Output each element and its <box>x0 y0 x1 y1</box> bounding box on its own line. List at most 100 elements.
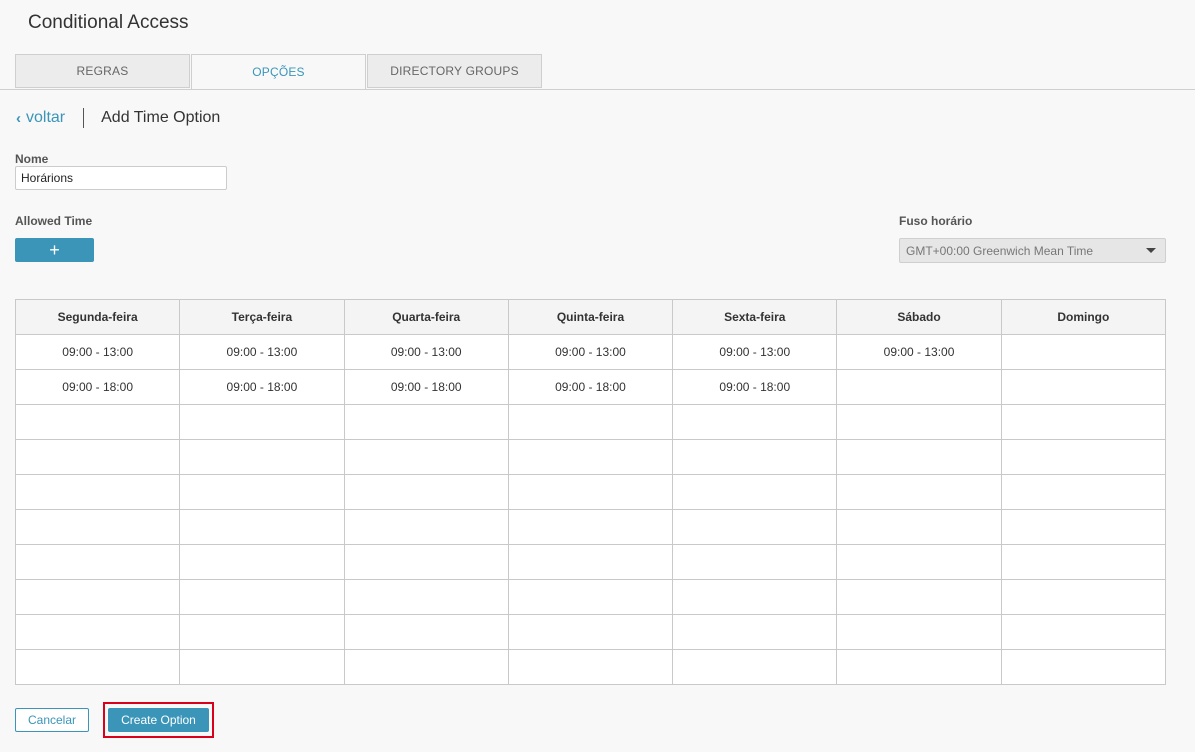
table-row <box>14 439 1167 475</box>
create-option-button[interactable]: Create Option <box>108 708 209 732</box>
time-slot-cell[interactable] <box>507 614 674 650</box>
time-slot-cell[interactable] <box>179 404 345 440</box>
time-slot-cell[interactable] <box>14 439 181 475</box>
back-link-label: voltar <box>26 109 66 126</box>
table-row <box>14 509 1167 545</box>
time-slot-cell[interactable] <box>1000 614 1167 650</box>
time-slot-cell[interactable] <box>1000 439 1167 475</box>
time-slot-cell[interactable] <box>507 439 674 475</box>
breadcrumb-separator <box>83 108 85 128</box>
time-slot-cell[interactable]: 09:00 - 13:00 <box>179 334 345 370</box>
table-row: 09:00 - 18:00 09:00 - 18:00 09:00 - 18:00 0… <box>14 369 1167 405</box>
table-row <box>14 649 1167 685</box>
header-tuesday: Terça-feira <box>179 299 345 335</box>
time-slot-cell[interactable]: 09:00 - 13:00 <box>507 334 674 370</box>
time-slot-cell[interactable] <box>1000 544 1167 580</box>
time-slot-cell[interactable] <box>343 439 509 475</box>
time-slot-cell[interactable]: 09:00 - 13:00 <box>14 334 181 370</box>
time-slot-cell[interactable] <box>179 649 345 685</box>
breadcrumb: ‹ voltar Add Time Option <box>16 108 220 128</box>
time-slot-cell[interactable] <box>14 649 181 685</box>
time-slot-cell[interactable] <box>179 509 345 545</box>
time-slot-cell[interactable]: 09:00 - 13:00 <box>343 334 509 370</box>
time-slot-cell[interactable] <box>1000 474 1167 510</box>
tab-bar: REGRAS OPÇÕES DIRECTORY GROUPS <box>15 54 543 90</box>
caret-down-icon <box>1146 248 1156 253</box>
time-slot-cell[interactable] <box>1000 509 1167 545</box>
tab-directory-groups[interactable]: DIRECTORY GROUPS <box>367 54 542 88</box>
time-slot-cell[interactable] <box>507 649 674 685</box>
time-slot-cell[interactable] <box>1000 404 1167 440</box>
time-slot-cell[interactable]: 09:00 - 18:00 <box>14 369 181 405</box>
time-slot-cell[interactable] <box>836 509 1002 545</box>
back-link[interactable]: ‹ voltar <box>16 109 65 127</box>
time-slot-cell[interactable]: 09:00 - 18:00 <box>343 369 509 405</box>
time-slot-cell[interactable] <box>507 509 674 545</box>
tab-opcoes[interactable]: OPÇÕES <box>191 54 366 90</box>
cancel-button[interactable]: Cancelar <box>15 708 89 732</box>
page-title: Add Time Option <box>101 109 221 126</box>
timezone-select[interactable]: GMT+00:00 Greenwich Mean Time <box>899 238 1166 263</box>
time-slot-cell[interactable] <box>836 439 1002 475</box>
time-slot-cell[interactable] <box>343 509 509 545</box>
chevron-left-icon: ‹ <box>16 109 21 127</box>
time-slot-cell[interactable]: 09:00 - 13:00 <box>672 334 838 370</box>
header-sunday: Domingo <box>1000 299 1167 335</box>
tab-regras[interactable]: REGRAS <box>15 54 190 88</box>
time-slot-cell[interactable] <box>507 404 674 440</box>
time-slot-cell[interactable]: 09:00 - 18:00 <box>507 369 674 405</box>
time-slot-cell[interactable] <box>343 614 509 650</box>
time-slot-cell[interactable] <box>507 544 674 580</box>
time-slot-cell[interactable] <box>14 404 181 440</box>
time-slot-cell[interactable] <box>672 614 838 650</box>
highlight-box: Create Option <box>103 702 214 738</box>
time-slot-cell[interactable] <box>836 404 1002 440</box>
time-slot-cell[interactable] <box>179 579 345 615</box>
time-slot-cell[interactable] <box>14 474 181 510</box>
time-slot-cell[interactable] <box>179 439 345 475</box>
tabs-divider <box>0 89 1195 90</box>
time-slot-cell[interactable] <box>1000 649 1167 685</box>
time-slot-cell[interactable] <box>1000 579 1167 615</box>
header-friday: Sexta-feira <box>672 299 838 335</box>
time-slot-cell[interactable] <box>1000 369 1167 405</box>
time-slot-cell[interactable] <box>507 579 674 615</box>
time-slot-cell[interactable] <box>836 474 1002 510</box>
time-slot-cell[interactable] <box>672 544 838 580</box>
time-slot-cell[interactable] <box>672 509 838 545</box>
time-slot-cell[interactable]: 09:00 - 18:00 <box>672 369 838 405</box>
time-slot-cell[interactable] <box>14 614 181 650</box>
time-slot-cell[interactable] <box>343 544 509 580</box>
time-slot-cell[interactable] <box>836 579 1002 615</box>
add-time-button[interactable]: + <box>15 238 94 262</box>
time-slot-cell[interactable] <box>836 614 1002 650</box>
time-slot-cell[interactable] <box>179 474 345 510</box>
time-slot-cell[interactable] <box>507 474 674 510</box>
app-title: Conditional Access <box>28 12 189 33</box>
name-label: Nome <box>15 152 49 166</box>
time-slot-cell[interactable] <box>14 544 181 580</box>
time-slot-cell[interactable] <box>343 649 509 685</box>
time-slot-cell[interactable] <box>672 404 838 440</box>
time-slot-cell[interactable] <box>343 474 509 510</box>
time-slot-cell[interactable] <box>14 509 181 545</box>
time-slot-cell[interactable] <box>343 404 509 440</box>
time-slot-cell[interactable] <box>672 439 838 475</box>
time-slot-cell[interactable] <box>672 649 838 685</box>
time-slot-cell[interactable] <box>14 579 181 615</box>
schedule-table: Segunda-feira Terça-feira Quarta-feira Q… <box>14 299 1167 685</box>
name-input[interactable] <box>15 166 227 190</box>
time-slot-cell[interactable] <box>836 369 1002 405</box>
time-slot-cell[interactable] <box>343 579 509 615</box>
header-wednesday: Quarta-feira <box>343 299 509 335</box>
time-slot-cell[interactable] <box>179 614 345 650</box>
table-row <box>14 474 1167 510</box>
time-slot-cell[interactable] <box>179 544 345 580</box>
time-slot-cell[interactable]: 09:00 - 13:00 <box>836 334 1002 370</box>
time-slot-cell[interactable]: 09:00 - 18:00 <box>179 369 345 405</box>
time-slot-cell[interactable] <box>672 579 838 615</box>
time-slot-cell[interactable] <box>836 544 1002 580</box>
time-slot-cell[interactable] <box>672 474 838 510</box>
time-slot-cell[interactable] <box>836 649 1002 685</box>
time-slot-cell[interactable] <box>1000 334 1167 370</box>
